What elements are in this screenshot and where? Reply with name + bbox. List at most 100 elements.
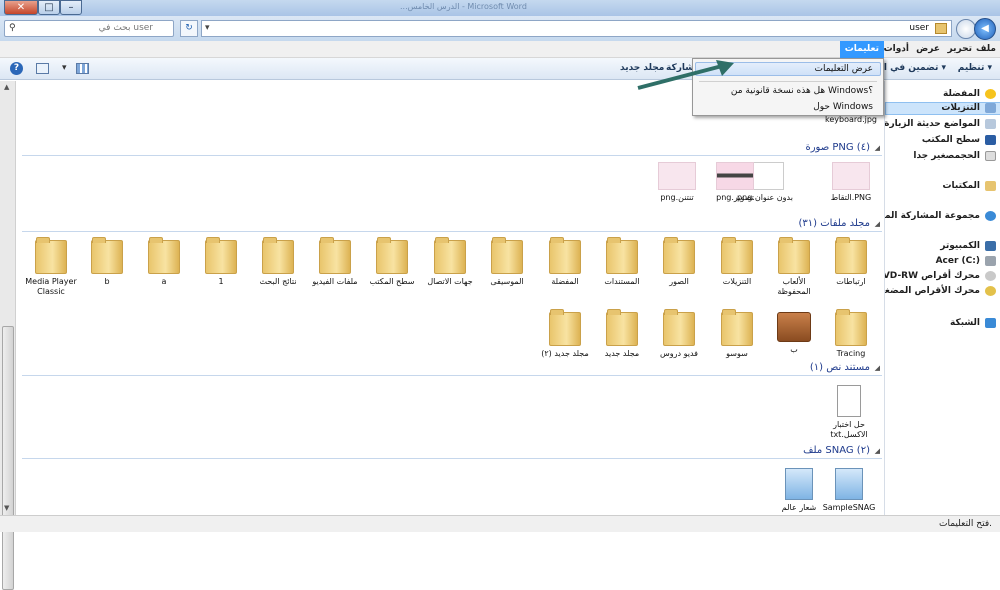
nav-cd-drive[interactable]: محرك الأقراص المضغوطة <box>885 286 980 296</box>
file-item[interactable]: شعار عالم <box>770 468 828 513</box>
homegroup-icon <box>985 211 996 221</box>
preview-pane-icon[interactable] <box>36 63 49 74</box>
nav-favorites[interactable]: المفضلة <box>943 89 980 99</box>
folder-item[interactable]: فديو دروس <box>650 309 708 359</box>
scroll-down-icon[interactable]: ▼ <box>4 504 9 512</box>
menu-view[interactable]: عرض <box>916 44 940 54</box>
folder-icon <box>778 237 810 274</box>
folder-label: b <box>104 277 110 286</box>
folder-item[interactable]: a <box>135 237 193 287</box>
vertical-scrollbar[interactable]: ▲ ▼ <box>0 81 16 590</box>
back-button[interactable]: ◀ <box>974 18 996 40</box>
folder-item[interactable]: المستندات <box>593 237 651 287</box>
menu-item-genuine[interactable]: هل هذه نسخة قانونية من Windows؟ <box>731 86 873 96</box>
nav-drive-c[interactable]: Acer (C:) <box>936 256 980 266</box>
nav-item[interactable]: الحجمصغير جدا <box>913 151 980 161</box>
views-icon[interactable] <box>76 63 89 74</box>
status-text: فتح التعليمات. <box>939 519 992 529</box>
nav-computer[interactable]: الكمبيوتر <box>940 241 980 251</box>
folder-item[interactable]: مجلد جديد (٢) <box>536 309 594 359</box>
address-path[interactable]: user <box>909 23 929 33</box>
file-item[interactable]: تنتنن.png <box>648 162 706 203</box>
nav-desktop[interactable]: سطح المكتب <box>922 135 980 145</box>
menu-tools[interactable]: أدوات <box>884 44 909 54</box>
folder-item[interactable]: مجلد جديد <box>593 309 651 359</box>
nav-downloads[interactable]: التنزيلات <box>941 103 980 113</box>
file-item[interactable]: تصوير.png <box>706 162 764 203</box>
menu-edit[interactable]: تحرير <box>948 44 972 54</box>
nav-dvd-drive[interactable]: محرك أقراص DVD-RW <box>885 271 980 281</box>
folder-icon <box>91 237 123 274</box>
help-icon[interactable]: ? <box>10 62 23 75</box>
menu-help[interactable]: تعليمات <box>839 41 884 58</box>
folder-item[interactable]: سوسو <box>708 309 766 359</box>
folder-item[interactable]: جهات الاتصال <box>421 237 479 287</box>
file-label: حل اختبار الاكسل.txt <box>830 420 868 439</box>
folder-item[interactable]: الألعاب المحفوظة <box>765 237 823 297</box>
maximize-button[interactable]: □ <box>38 0 60 15</box>
nav-homegroup[interactable]: مجموعة المشاركة المنزلية <box>885 211 980 221</box>
search-input[interactable]: ⚲ بحث في user <box>4 20 174 37</box>
folder-icon <box>549 237 581 274</box>
close-button[interactable]: ✕ <box>4 0 38 15</box>
scroll-up-icon[interactable]: ▲ <box>4 83 9 91</box>
folder-item[interactable]: التنزيلات <box>708 237 766 287</box>
menu-item-view-help[interactable]: عرض التعليمات <box>815 64 874 74</box>
group-header-png[interactable]: ◢ صورة PNG (٤) <box>22 142 882 156</box>
folder-icon <box>205 237 237 274</box>
forward-button[interactable] <box>956 19 976 39</box>
title-bar: ✕ □ – ...الدرس الخامس - Microsoft Word <box>0 0 1000 16</box>
collapse-icon[interactable]: ◢ <box>875 144 880 152</box>
file-label: تنتنن.png <box>660 193 694 202</box>
refresh-button[interactable]: ↻ <box>180 20 198 37</box>
chevron-down-icon[interactable]: ▾ <box>62 63 67 73</box>
folder-label: سطح المكتب <box>369 277 415 286</box>
menu-file[interactable]: ملف <box>976 44 996 54</box>
address-bar[interactable]: ▾ user <box>201 20 952 37</box>
star-icon <box>985 89 996 99</box>
folder-item[interactable]: ب <box>765 312 823 355</box>
menu-item-about[interactable]: حول Windows <box>813 102 873 112</box>
folder-label: a <box>161 277 167 286</box>
file-item[interactable]: حل اختبار الاكسل.txt <box>820 385 878 440</box>
group-title: مستند نص (١) <box>809 362 870 373</box>
folder-item[interactable]: نتائج البحث <box>249 237 307 287</box>
organize-button[interactable]: تنظيم ▾ <box>958 63 992 73</box>
nav-recent-places[interactable]: المواضع حديثة الزيارة <box>885 119 980 129</box>
folder-icon <box>721 237 753 274</box>
scroll-thumb[interactable] <box>2 326 14 590</box>
minimize-button[interactable]: – <box>60 0 82 15</box>
folder-icon <box>148 237 180 274</box>
cd-drive-icon <box>985 286 996 296</box>
folder-label: Media Player Classic <box>25 277 77 296</box>
folder-item[interactable]: Tracing <box>822 309 880 359</box>
collapse-icon[interactable]: ◢ <box>875 447 880 455</box>
file-item[interactable]: SampleSNAG <box>820 468 878 513</box>
group-header-snag[interactable]: ◢ ملف SNAG (٢) <box>22 445 882 459</box>
folder-item[interactable]: المفضلة <box>536 237 594 287</box>
folder-item[interactable]: ملفات الفيديو <box>306 237 364 287</box>
nav-network[interactable]: الشبكة <box>950 318 980 328</box>
group-header-text[interactable]: ◢ مستند نص (١) <box>22 362 882 376</box>
folder-item[interactable]: الصور <box>650 237 708 287</box>
nav-libraries[interactable]: المكتبات <box>942 181 980 191</box>
group-header-folders[interactable]: ◢ مجلد ملفات (٣١) <box>22 218 882 232</box>
folder-item[interactable]: 1 <box>192 237 250 287</box>
collapse-icon[interactable]: ◢ <box>875 220 880 228</box>
chevron-down-icon[interactable]: ▾ <box>205 23 210 33</box>
folder-label: ملفات الفيديو <box>312 277 358 286</box>
folder-item[interactable]: ارتباطات <box>822 237 880 287</box>
folder-item[interactable]: Media Player Classic <box>22 237 80 297</box>
folder-label: ب <box>790 345 798 354</box>
folder-item[interactable]: b <box>78 237 136 287</box>
folder-label: سوسو <box>726 349 748 358</box>
file-item[interactable]: PNG.التقاط <box>822 162 880 203</box>
file-label: SampleSNAG <box>822 503 876 512</box>
png-thumbnail-icon <box>832 162 870 190</box>
group-title: ملف SNAG (٢) <box>803 445 870 456</box>
file-label: شعار عالم <box>781 503 817 512</box>
collapse-icon[interactable]: ◢ <box>875 364 880 372</box>
folder-item[interactable]: سطح المكتب <box>363 237 421 287</box>
folder-item[interactable]: الموسيقى <box>478 237 536 287</box>
folder-label: جهات الاتصال <box>427 277 473 286</box>
